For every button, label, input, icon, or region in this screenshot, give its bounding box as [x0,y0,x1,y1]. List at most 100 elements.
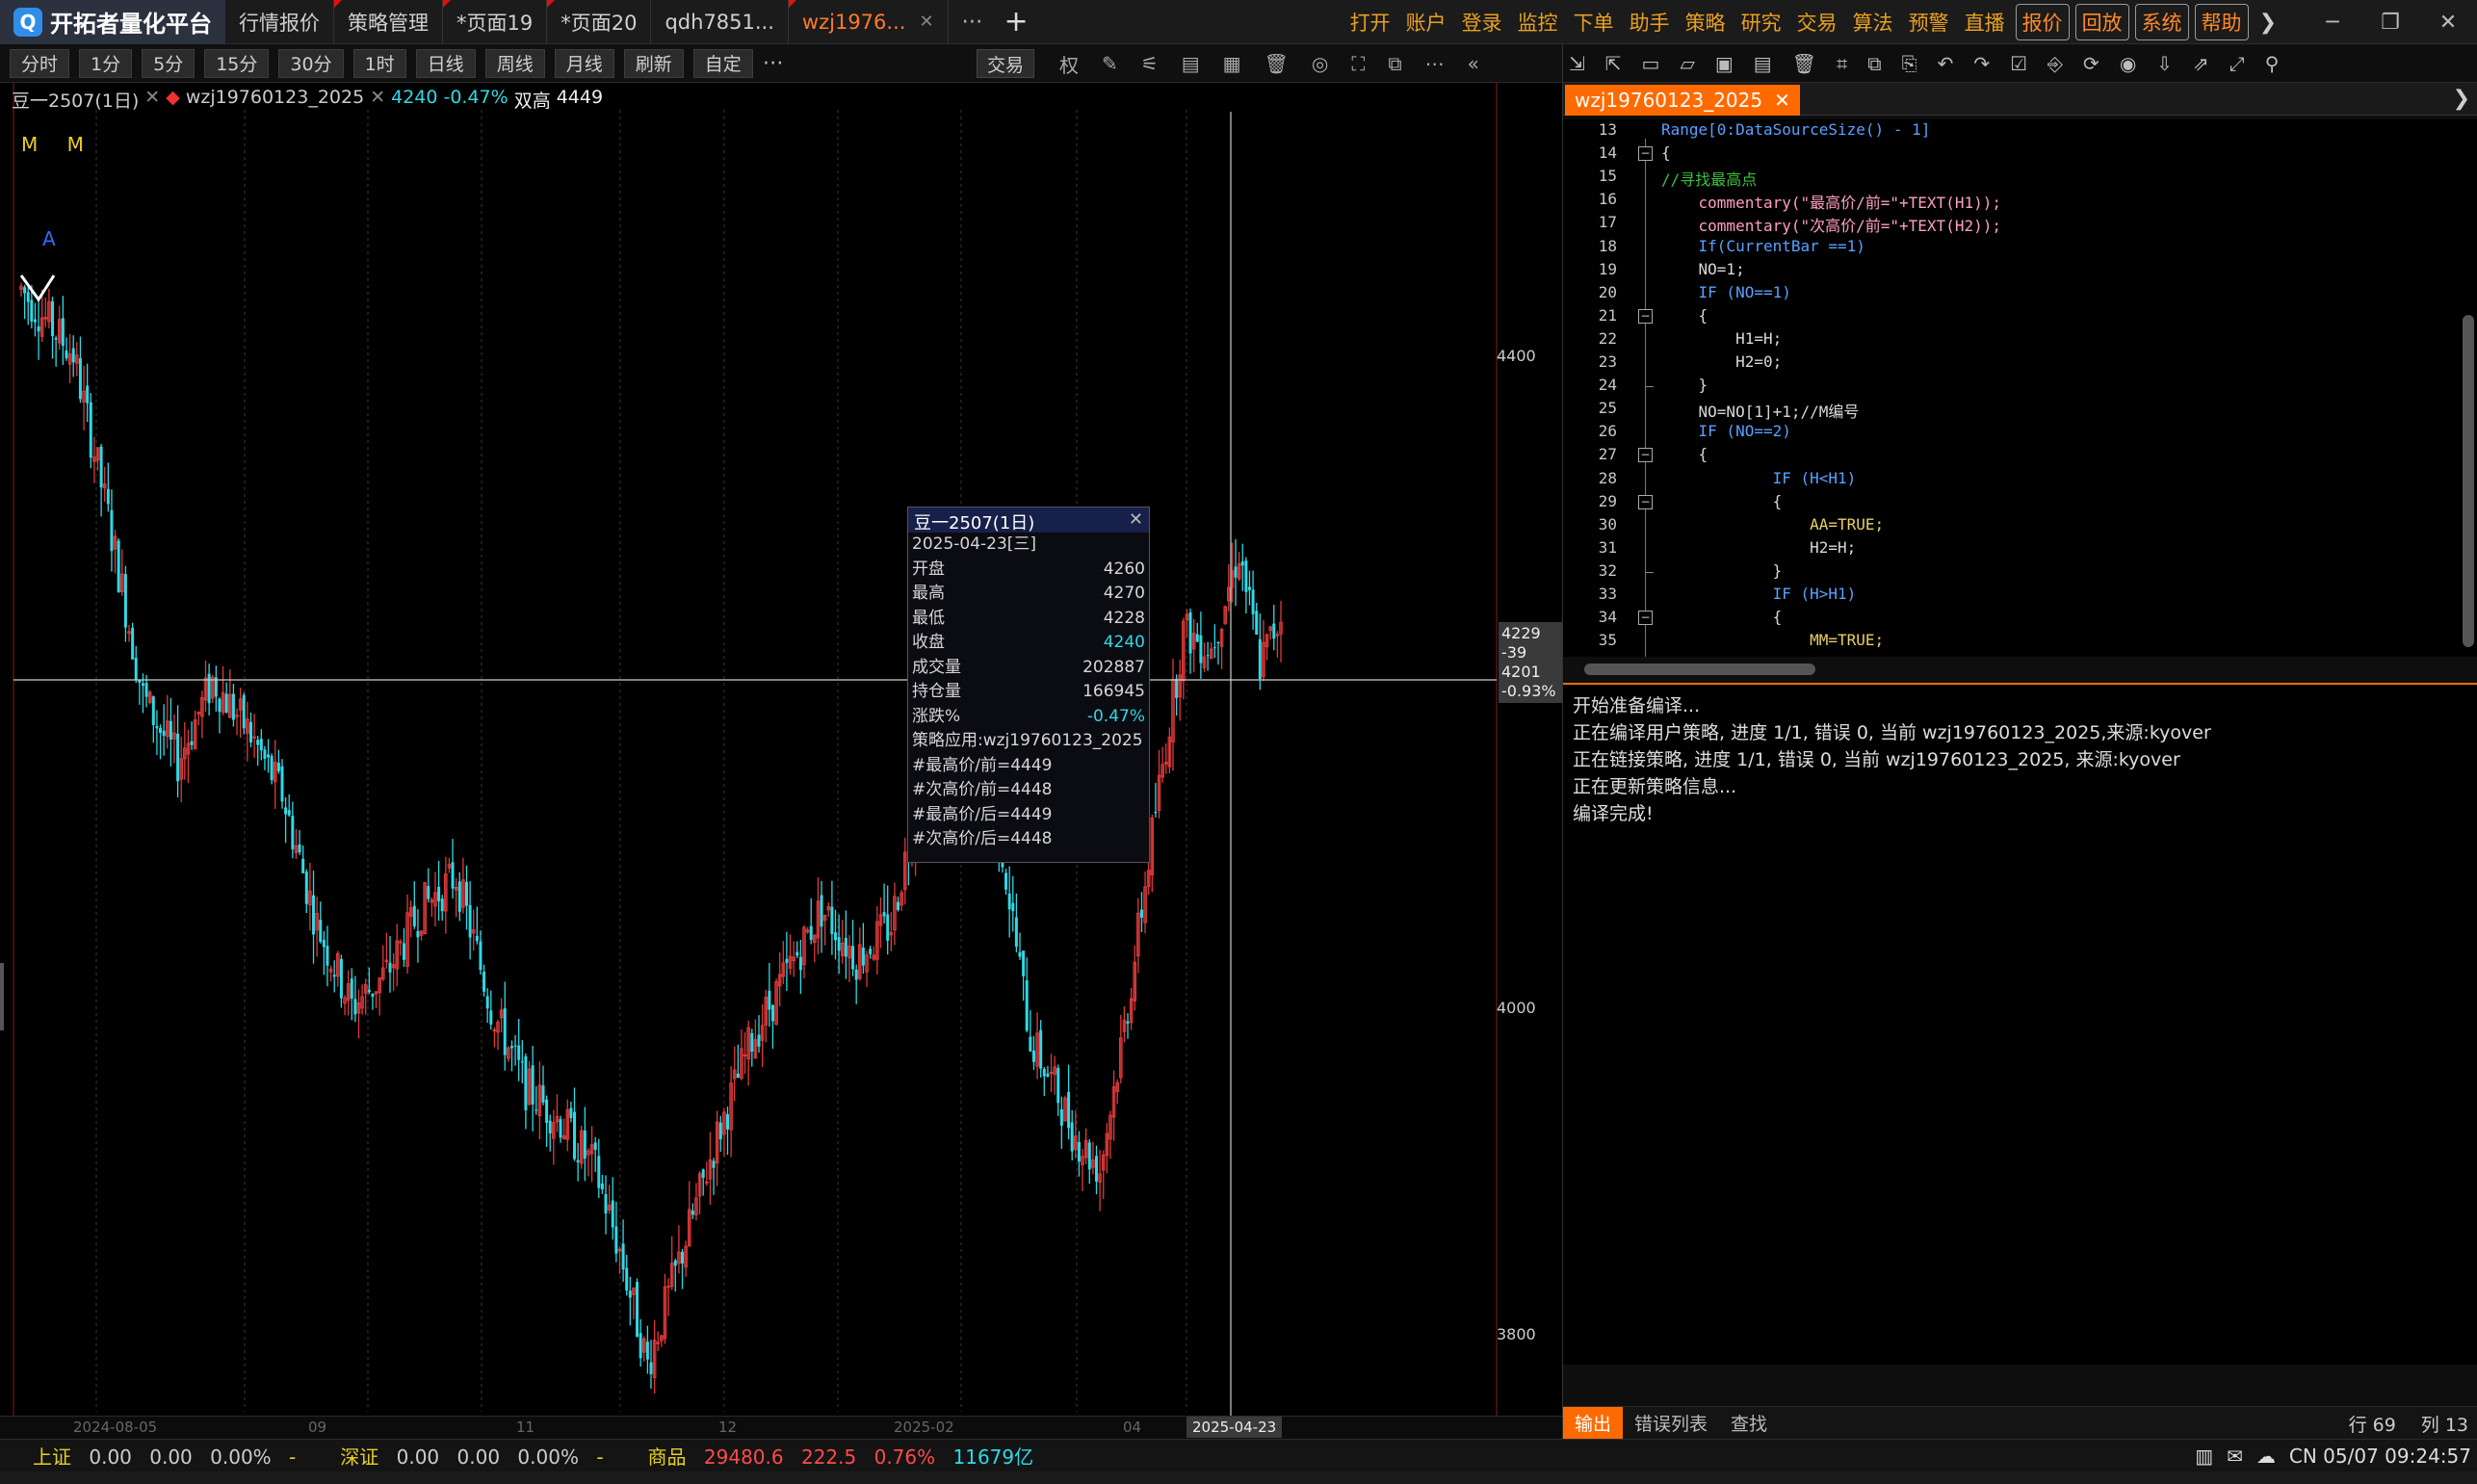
tab-wzj[interactable]: wzj1976... ✕ [788,0,949,44]
delete-icon[interactable]: 🗑 [1265,52,1289,75]
compile-all-icon[interactable]: ⟳ [2083,52,2099,75]
app-logo[interactable]: Q 开拓者量化平台 [0,0,225,44]
hscroll-thumb[interactable] [1584,664,1815,675]
tab-close-icon[interactable]: ✕ [919,12,933,32]
menu-quote[interactable]: 报价 [2015,4,2070,40]
redo-icon[interactable]: ↷ [1973,52,1990,75]
book-icon[interactable]: ▥ [2195,1445,2213,1468]
window-icon[interactable]: ⧉ [1388,52,1401,75]
menu-open[interactable]: 打开 [1343,8,1398,37]
left-edge-handle[interactable] [0,963,4,1030]
menu-trade[interactable]: 交易 [1789,8,1845,37]
draw-pen-icon[interactable]: ✎ [1102,52,1118,75]
menu-research[interactable]: 研究 [1734,8,1789,37]
cloud-icon[interactable]: ☁ [2256,1445,2276,1468]
editor-tab-close-icon[interactable]: ✕ [1774,89,1790,112]
target-icon[interactable]: ◎ [1312,52,1328,75]
index-sh[interactable]: 上证 0.00 0.00 0.00% - [33,1442,307,1470]
menu-algo[interactable]: 算法 [1845,8,1901,37]
cut-icon[interactable]: ⌗ [1837,52,1847,75]
search-icon[interactable]: ⚲ [2265,52,2280,75]
tab-page19[interactable]: *页面19 [443,0,548,44]
add-tab-icon[interactable]: + [997,0,1036,44]
settings-sliders-icon[interactable]: ⚟ [1141,52,1159,75]
tab-quotes[interactable]: 行情报价 [225,0,334,44]
popup-close-icon[interactable]: ✕ [1129,509,1143,531]
editor-tabs-scroll-icon[interactable]: ❯ [2453,87,2470,111]
tab-find[interactable]: 查找 [1719,1407,1779,1440]
period-1m[interactable]: 1分 [79,48,133,78]
x-axis-scrollbar[interactable]: 2024-08-05 09 11 12 2025-02 04 2025-04-2… [0,1416,1562,1439]
chart-strategy[interactable]: wzj19760123_2025 [186,87,364,113]
fold-toggle-icon[interactable]: − [1638,308,1653,324]
menu-system[interactable]: 系统 [2134,4,2189,40]
period-15m[interactable]: 15分 [204,48,270,78]
scroll-thumb[interactable] [2463,315,2474,647]
period-tick[interactable]: 分时 [10,48,70,78]
more-periods-icon[interactable]: ⋯ [763,51,784,75]
fold-toggle-icon[interactable]: − [1638,146,1653,162]
kline-chart[interactable]: 豆一2507(1日) ✕ ◆ wzj19760123_2025 ✕ 4240 -… [0,83,1562,1416]
remove-symbol-icon[interactable]: ✕ [144,87,160,113]
rights-icon[interactable]: 权 [1059,50,1079,78]
save-icon[interactable]: ▣ [1715,52,1734,75]
fold-toggle-icon[interactable]: − [1638,611,1653,626]
undo-icon[interactable]: ↶ [1938,52,1954,75]
code-horizontal-scrollbar[interactable] [1563,659,2477,680]
fullscreen-icon[interactable]: ⛶ [1351,52,1365,75]
menu-assistant[interactable]: 助手 [1622,8,1678,37]
tab-page20[interactable]: *页面20 [547,0,652,44]
period-1h[interactable]: 1时 [352,48,406,78]
check-icon[interactable]: ☑ [2010,52,2027,75]
open-recent-icon[interactable]: ▱ [1680,52,1694,75]
fold-toggle-icon[interactable]: − [1638,448,1653,463]
tab-strategy-mgmt[interactable]: 策略管理 [334,0,443,44]
chart-symbol[interactable]: 豆一2507(1日) [12,87,139,113]
fold-toggle-icon[interactable]: − [1638,494,1653,509]
index-commodity[interactable]: 商品 29480.6 222.5 0.76% 11679亿 [648,1442,1046,1470]
period-30m[interactable]: 30分 [278,48,344,78]
menu-account[interactable]: 账户 [1398,8,1454,37]
layout-icon[interactable]: ▦ [1223,52,1241,75]
paste-icon[interactable]: ⎘ [1902,52,1917,75]
tab-errors[interactable]: 错误列表 [1623,1407,1719,1440]
new-strategy-icon[interactable]: ⇲ [1569,52,1585,75]
menu-order[interactable]: 下单 [1566,8,1622,37]
menu-more-icon[interactable]: ❯ [2252,11,2284,35]
copy-icon[interactable]: ⧉ [1867,52,1881,75]
menu-help[interactable]: 帮助 [2194,4,2249,40]
code-vertical-scrollbar[interactable] [2463,127,2474,655]
menu-login[interactable]: 登录 [1454,8,1510,37]
collapse-left-icon[interactable]: « [1468,52,1479,75]
code-editor[interactable]: 13 14 15 16 17 18 19 20 21 22 23 24 25 26 27 28 29 30 31 32… [1563,119,2477,657]
trade-button[interactable]: 交易 [977,49,1035,78]
index-sz[interactable]: 深证 0.00 0.00 0.00% - [340,1442,614,1470]
delete-file-icon[interactable]: 🗑 [1792,52,1816,75]
chart-canvas[interactable] [0,83,1562,1416]
minimize-icon[interactable]: ─ [2304,0,2361,44]
more-tools-icon[interactable]: ⋯ [1425,52,1445,75]
compile-icon[interactable]: ⎆ [2047,52,2063,75]
period-day[interactable]: 日线 [415,48,476,78]
import-icon[interactable]: ⇩ [2156,52,2173,75]
tab-output[interactable]: 输出 [1563,1406,1624,1440]
period-5m[interactable]: 5分 [142,48,196,78]
export-icon[interactable]: ⇗ [2193,52,2209,75]
refresh-button[interactable]: 刷新 [623,48,684,78]
menu-strategy[interactable]: 策略 [1678,8,1734,37]
menu-monitor[interactable]: 监控 [1510,8,1566,37]
template-icon[interactable]: ▤ [1182,52,1200,75]
save-all-icon[interactable]: ▤ [1754,52,1772,75]
stop-icon[interactable]: ◉ [2120,52,2136,75]
open-folder-icon[interactable]: ▭ [1642,52,1660,75]
new-item-icon[interactable]: ⇱ [1605,52,1622,75]
message-icon[interactable]: ✉ [2227,1445,2243,1468]
custom-period-button[interactable]: 自定 [692,48,753,78]
menu-live[interactable]: 直播 [1957,8,2013,37]
tab-qdh[interactable]: qdh7851... [651,0,789,44]
more-tabs-icon[interactable]: ⋯ [949,0,997,44]
menu-alert[interactable]: 预警 [1901,8,1957,37]
fullscreen-editor-icon[interactable]: ⤢ [2229,52,2245,75]
menu-replay[interactable]: 回放 [2074,4,2129,40]
editor-tab-active[interactable]: wzj19760123_2025 ✕ [1565,85,1800,116]
